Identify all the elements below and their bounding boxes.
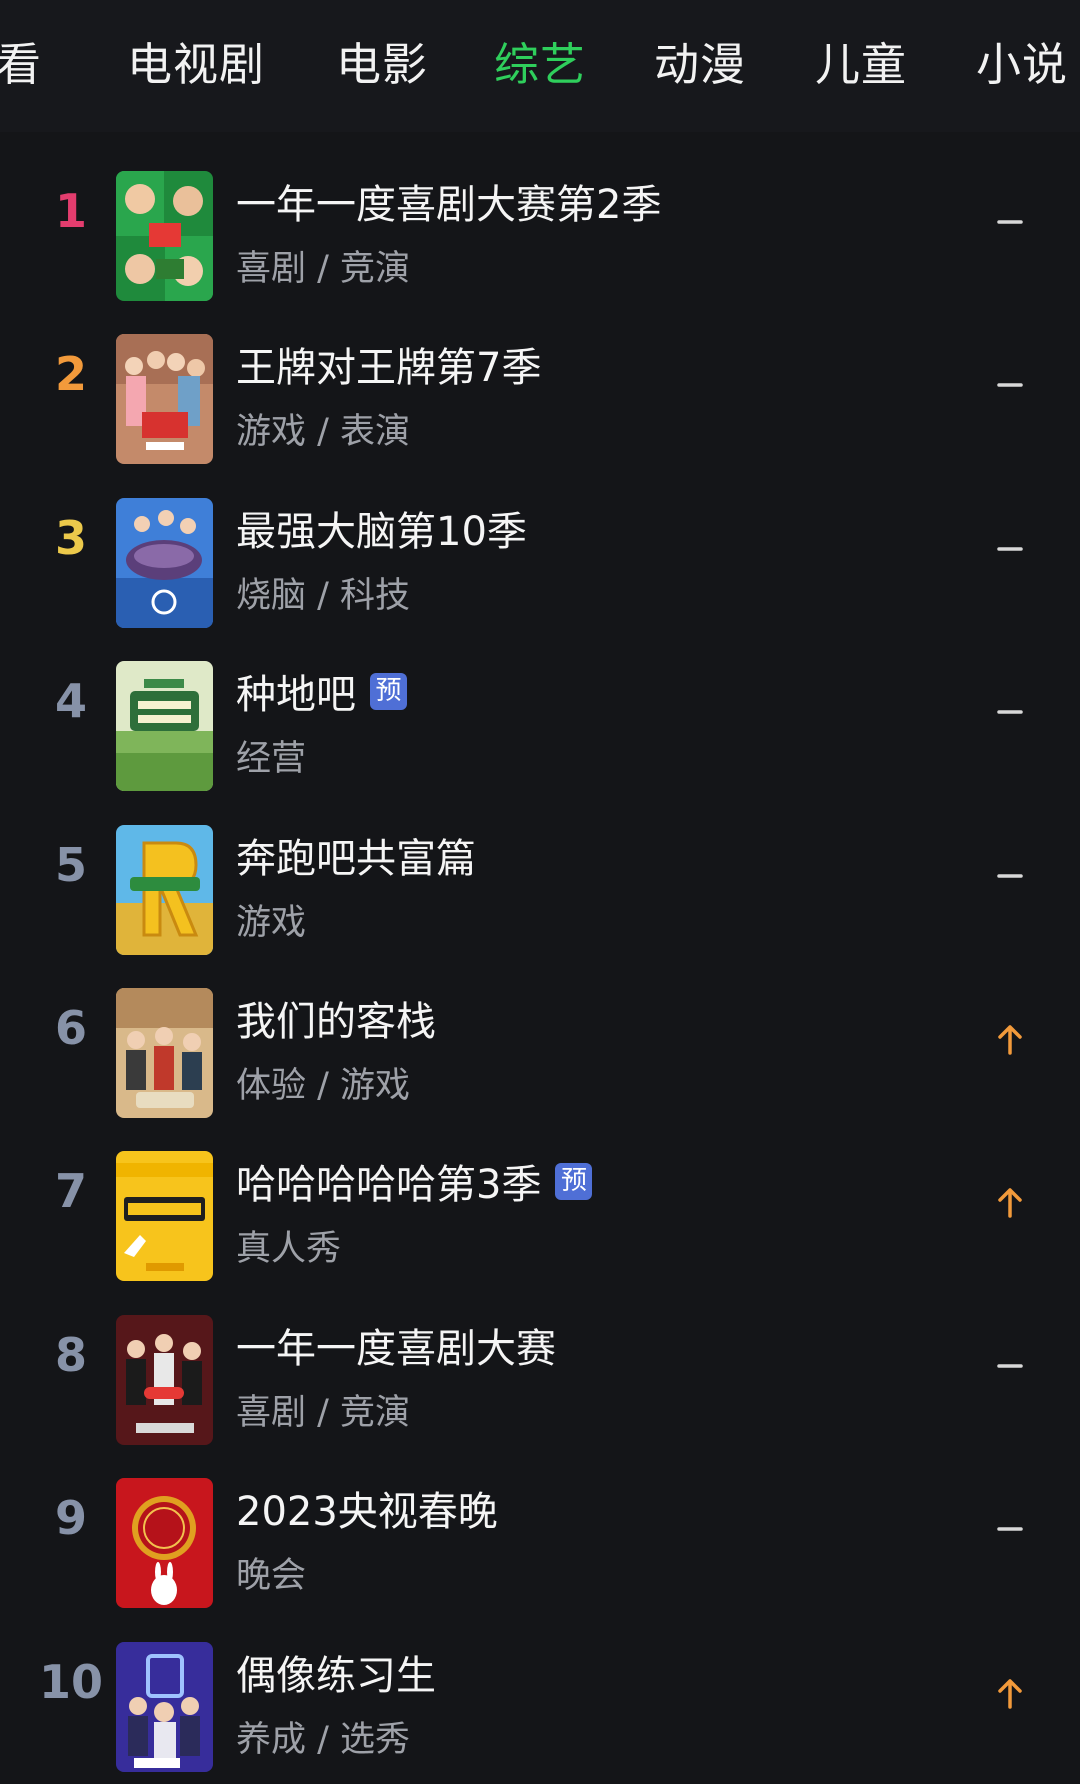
- preview-badge: 预: [555, 1162, 593, 1200]
- trend-flat-icon: [997, 710, 1023, 714]
- tab-tv-series[interactable]: 电视剧: [127, 38, 265, 92]
- show-title: 一年一度喜剧大赛: [236, 1325, 556, 1372]
- show-genre-tags: 游戏: [236, 902, 307, 943]
- rank-number: 9: [54, 1491, 87, 1546]
- ranking-item[interactable]: 2 王牌对王牌第7季 游戏 / 表演: [0, 313, 1080, 476]
- tab-kids[interactable]: 儿童: [815, 38, 907, 92]
- trend-flat-icon: [997, 1527, 1023, 1531]
- show-genre-tags: 养成 / 选秀: [236, 1719, 411, 1760]
- poster-image: [116, 497, 213, 628]
- trend-up-arrow-icon: [998, 1188, 1022, 1219]
- poster-image: [116, 661, 213, 792]
- ranking-item[interactable]: 4 种地吧 预 经营: [0, 640, 1080, 803]
- poster-image: [116, 987, 213, 1118]
- preview-badge: 预: [370, 672, 407, 710]
- show-title: 我们的客栈: [236, 998, 436, 1045]
- ranking-item[interactable]: 9 2023央视春晚 晚会: [0, 1457, 1080, 1620]
- show-genre-tags: 游戏 / 表演: [236, 412, 411, 453]
- trend-flat-icon: [997, 873, 1023, 878]
- show-genre-tags: 喜剧 / 竞演: [236, 249, 411, 289]
- show-genre-tags: 烧脑 / 科技: [236, 575, 411, 616]
- show-title: 一年一度喜剧大赛第2季: [236, 182, 662, 228]
- trend-flat-icon: [997, 547, 1023, 551]
- ranking-item[interactable]: 6 我们的客栈 体验 / 游戏: [0, 967, 1080, 1130]
- rank-number: 1: [54, 184, 87, 238]
- tab-movies[interactable]: 电影: [336, 38, 428, 92]
- ranking-item[interactable]: 3 最强大脑第10季 烧脑 / 科技: [0, 477, 1080, 640]
- trend-flat-icon: [997, 383, 1023, 388]
- ranking-item[interactable]: 8 一年一度喜剧大赛 喜剧 / 竞演: [0, 1294, 1080, 1457]
- show-title: 种地吧: [236, 672, 356, 719]
- poster-image: [116, 1151, 213, 1282]
- show-genre-tags: 真人秀: [236, 1229, 342, 1270]
- trend-flat-icon: [997, 1363, 1023, 1368]
- show-genre-tags: 体验 / 游戏: [236, 1065, 411, 1106]
- show-title: 王牌对王牌第7季: [236, 345, 542, 392]
- ranking-list: 1 一年一度喜剧大赛第2季 喜剧 / 竞演 2 王牌对王牌第7季 游戏 / 表演…: [0, 150, 1080, 1784]
- show-genre-tags: 经营: [236, 739, 307, 780]
- trend-flat-icon: [997, 220, 1023, 224]
- ranking-item[interactable]: 7 哈哈哈哈哈第3季 预 真人秀: [0, 1130, 1080, 1293]
- tab-variety-active[interactable]: 综艺: [494, 38, 586, 92]
- show-title: 2023央视春晚: [236, 1489, 498, 1536]
- poster-image: [116, 824, 213, 955]
- rank-number: 5: [54, 837, 87, 892]
- rank-number: 7: [54, 1164, 87, 1219]
- rank-number: 4: [54, 674, 87, 729]
- rank-number: 6: [54, 1000, 87, 1055]
- tab-watch-partial[interactable]: 看: [0, 38, 42, 92]
- ranking-item[interactable]: 5 奔跑吧共富篇 游戏: [0, 804, 1080, 967]
- ranking-item[interactable]: 10 偶像练习生 养成 / 选秀: [0, 1621, 1080, 1784]
- rank-number: 2: [54, 347, 87, 402]
- category-tab-bar: 看 电视剧 电影 综艺 动漫 儿童 小说: [0, 0, 1080, 132]
- ranking-item[interactable]: 1 一年一度喜剧大赛第2季 喜剧 / 竞演: [0, 150, 1080, 313]
- show-title: 哈哈哈哈哈第3季: [236, 1162, 542, 1209]
- rank-number: 10: [38, 1654, 103, 1709]
- rank-number: 3: [54, 510, 87, 565]
- poster-image: [116, 1641, 213, 1772]
- tab-novels[interactable]: 小说: [976, 38, 1068, 92]
- poster-image: [116, 334, 213, 465]
- poster-image: [116, 1478, 213, 1609]
- show-title: 最强大脑第10季: [236, 508, 527, 555]
- poster-image: [116, 1314, 213, 1445]
- trend-up-arrow-icon: [998, 1025, 1022, 1055]
- show-title: 偶像练习生: [236, 1652, 436, 1699]
- show-genre-tags: 晚会: [236, 1556, 307, 1597]
- rank-number: 8: [54, 1327, 87, 1382]
- trend-up-arrow-icon: [998, 1678, 1022, 1709]
- tab-anime[interactable]: 动漫: [654, 38, 746, 92]
- show-title: 奔跑吧共富篇: [236, 835, 476, 882]
- poster-image: [116, 171, 213, 301]
- show-genre-tags: 喜剧 / 竞演: [236, 1392, 411, 1433]
